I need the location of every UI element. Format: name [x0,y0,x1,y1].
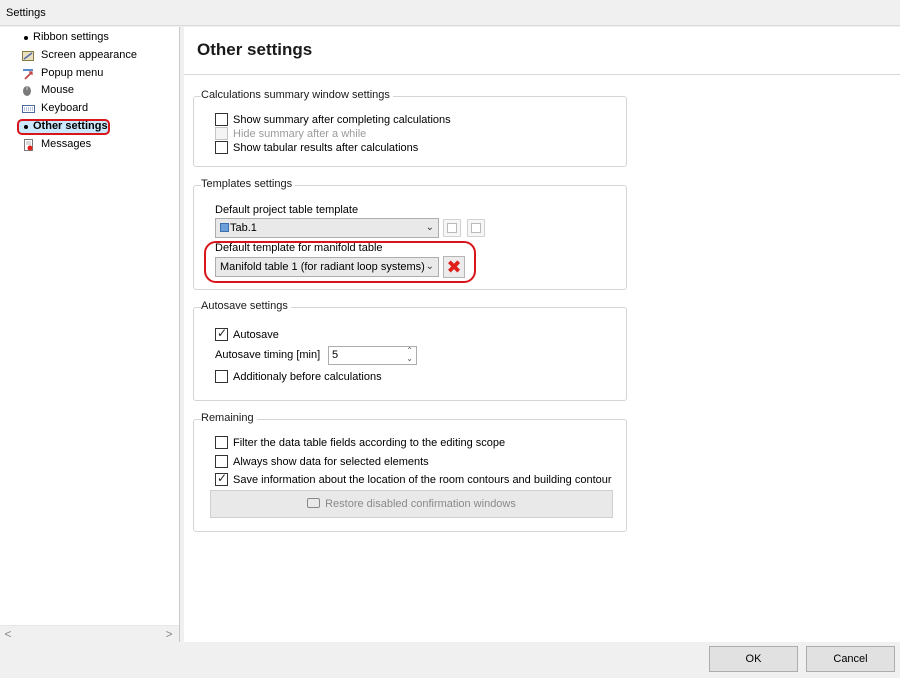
sidebar-item-label: Mouse [41,84,75,97]
sidebar-item-label: Popup menu [41,66,104,79]
checkbox-box[interactable]: ✓ [215,471,228,486]
folder-icon [471,223,481,233]
sidebar-item-mouse[interactable]: Mouse [0,82,178,100]
restore-confirmation-windows-button[interactable]: Restore disabled confirmation windows [210,490,613,518]
sidebar-item-ribbon-settings[interactable]: Ribbon settings [0,29,178,47]
sidebar-item-label: Screen appearance [41,48,138,61]
window-title: Settings [6,7,46,19]
autosave-timing-label: Autosave timing [min] [215,349,321,361]
copy-template-button[interactable] [443,219,461,237]
remaining-group: Remaining Filter the data table fields a… [193,412,627,532]
checkmark-icon: ✓ [217,326,228,340]
scroll-right-icon[interactable]: > [162,627,176,641]
settings-sidebar: Ribbon settings Screen appearance Popup … [0,27,180,642]
checkbox-label: Filter the data table fields according t… [233,437,506,449]
checkbox-box [215,127,228,140]
checkbox-label: Autosave [233,329,279,341]
autosave-timing-value: 5 [332,349,339,361]
sidebar-item-keyboard[interactable]: Keyboard [0,100,178,118]
sidebar-item-label: Ribbon settings [33,31,109,43]
checkbox-box[interactable] [215,141,228,154]
bullet-icon [24,124,28,129]
sidebar-item-messages[interactable]: Messages [0,136,178,154]
cancel-button[interactable]: Cancel [806,646,895,672]
checkbox-box[interactable] [215,455,228,468]
sidebar-item-label: Messages [41,137,92,150]
title-divider [0,25,900,26]
ok-button[interactable]: OK [709,646,798,672]
title-rule [184,74,900,75]
settings-tree: Ribbon settings Screen appearance Popup … [0,29,178,154]
popup-menu-icon [23,68,33,80]
group-legend: Autosave settings [201,300,291,312]
messages-icon [24,138,33,151]
manifold-highlight-annotation [204,241,476,283]
group-legend: Templates settings [201,178,296,190]
restore-button-label: Restore disabled confirmation windows [325,498,516,510]
project-template-value: Tab.1 [230,222,257,234]
sidebar-item-label: Keyboard [41,102,89,115]
sidebar-item-label: Other settings [33,119,108,132]
group-legend: Remaining [201,412,257,424]
checkbox-box[interactable] [215,113,228,126]
project-template-dropdown[interactable]: Tab.1 ⌄ [215,218,439,238]
sidebar-item-popup-menu[interactable]: Popup menu [0,65,178,83]
checkbox-label: Additionaly before calculations [233,371,382,383]
checkbox-label: Save information about the location of t… [233,474,612,486]
open-template-button[interactable] [467,219,485,237]
table-icon [220,223,229,232]
autosave-settings-group: Autosave settings ✓ Autosave Autosave ti… [193,300,627,401]
checkbox-box[interactable] [215,436,228,449]
settings-content: Other settings Calculations summary wind… [184,27,900,642]
restore-icon [307,498,321,508]
stepper-down-icon[interactable]: ⌄ [406,355,413,363]
checkbox-label: Show summary after completing calculatio… [233,114,451,126]
scroll-left-icon[interactable]: < [1,627,15,641]
checkbox-box[interactable] [215,370,228,383]
checkbox-box[interactable]: ✓ [215,326,228,341]
screen-appearance-icon [22,50,34,61]
sidebar-item-screen-appearance[interactable]: Screen appearance [0,47,178,65]
group-legend: Calculations summary window settings [201,89,393,101]
chevron-down-icon: ⌄ [425,222,434,233]
checkbox-label: Always show data for selected elements [233,456,429,468]
copy-icon [447,223,457,233]
mouse-icon [23,86,31,97]
keyboard-icon [22,105,35,114]
checkbox-label: Hide summary after a while [233,128,367,140]
calculations-summary-group: Calculations summary window settings Sho… [193,89,627,167]
project-template-label: Default project table template [215,204,359,216]
bullet-icon [24,36,28,40]
autosave-timing-stepper[interactable]: 5 ⌃ ⌄ [328,346,417,365]
checkmark-icon: ✓ [217,471,228,485]
sidebar-horizontal-scrollbar[interactable]: < > [0,625,179,642]
page-title: Other settings [197,40,313,59]
checkbox-label: Show tabular results after calculations [233,142,419,154]
sidebar-item-other-settings[interactable]: Other settings [0,118,178,136]
